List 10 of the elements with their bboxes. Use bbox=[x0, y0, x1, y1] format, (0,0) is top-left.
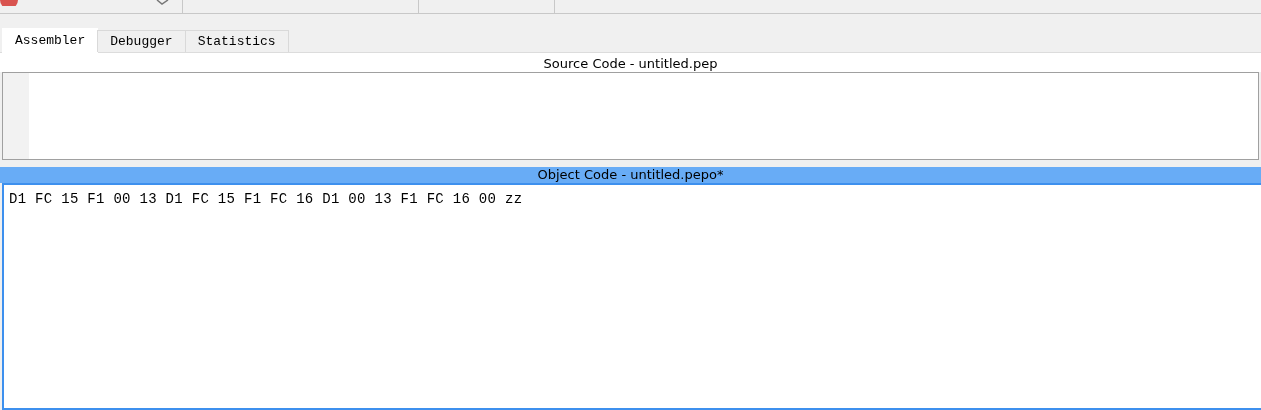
app-icon[interactable] bbox=[0, 0, 20, 6]
pane-header: Object Code - untitled.pepo* bbox=[0, 167, 1261, 183]
tab[interactable]: Statistics bbox=[184, 30, 289, 52]
tab[interactable]: Assembler bbox=[2, 28, 99, 53]
object-code-text: D1 FC 15 F1 00 13 D1 FC 15 F1 FC 16 D1 00 13 F1 FC 16 00 zz bbox=[9, 191, 523, 207]
toolbar-icon[interactable] bbox=[156, 0, 170, 5]
tab[interactable]: Debugger bbox=[97, 30, 186, 52]
pane-header: Source Code - untitled.pep bbox=[0, 56, 1261, 72]
source-editor[interactable] bbox=[2, 72, 1259, 160]
object-code-editor[interactable]: D1 FC 15 F1 00 13 D1 FC 15 F1 FC 16 D1 00 13 F1 FC 16 00 zz bbox=[2, 183, 1261, 410]
